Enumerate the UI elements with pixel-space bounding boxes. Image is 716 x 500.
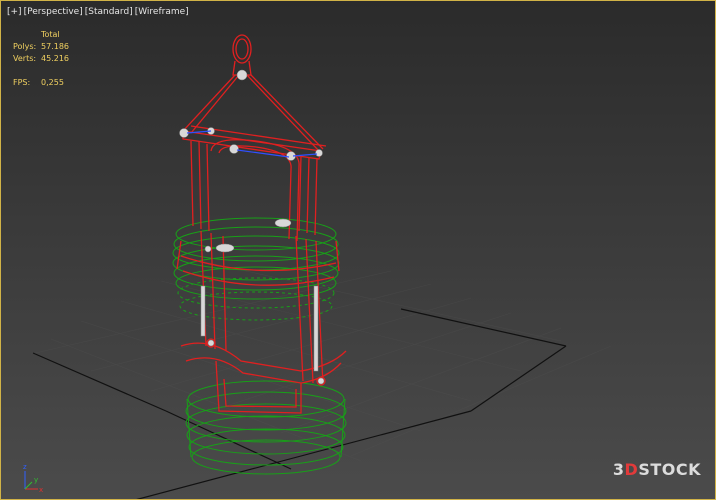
stats-verts-label: Verts:	[13, 54, 37, 63]
perspective-grid	[30, 260, 612, 462]
scene-canvas[interactable]: x y z	[1, 1, 716, 500]
gizmo-y-label: y	[34, 476, 38, 484]
viewport-shading-menu[interactable]: [Wireframe]	[135, 7, 189, 17]
watermark-rest: STOCK	[638, 460, 701, 479]
stats-polys-value: 57.186	[41, 42, 69, 51]
watermark-accent: D	[624, 460, 639, 479]
lift-ring-wireframe	[172, 217, 347, 475]
stats-polys-label: Polys:	[13, 42, 37, 51]
viewport-standard-menu[interactable]: [Standard]	[85, 7, 133, 17]
watermark-logo: 3DSTOCK	[613, 460, 701, 479]
viewport-point-of-view-menu[interactable]: [Perspective]	[24, 7, 83, 17]
stats-fps-label: FPS:	[13, 78, 31, 87]
viewport-statistics: Total Polys: 57.186 Verts: 45.216 FPS: 0…	[13, 29, 69, 89]
stats-verts-row: Verts: 45.216	[13, 53, 69, 65]
gizmo-z-label: z	[23, 463, 27, 471]
viewport-general-menu[interactable]: [+]	[7, 7, 22, 17]
stats-polys-row: Polys: 57.186	[13, 41, 69, 53]
3d-viewport[interactable]: x y z [+] [Perspective] [Standard] [Wire…	[0, 0, 716, 500]
gizmo-x-label: x	[39, 486, 43, 494]
axis-gizmo: x y z	[23, 463, 43, 494]
stats-verts-value: 45.216	[41, 54, 69, 63]
grid-home-lines	[32, 308, 567, 499]
stats-fps-value: 0,255	[41, 78, 64, 87]
viewport-label-menu: [+] [Perspective] [Standard] [Wireframe]	[7, 5, 189, 19]
stats-header: Total	[41, 30, 60, 39]
lift-frame-wireframe	[176, 34, 347, 414]
stats-fps-row: FPS: 0,255	[13, 77, 69, 89]
watermark-prefix: 3	[612, 460, 625, 479]
